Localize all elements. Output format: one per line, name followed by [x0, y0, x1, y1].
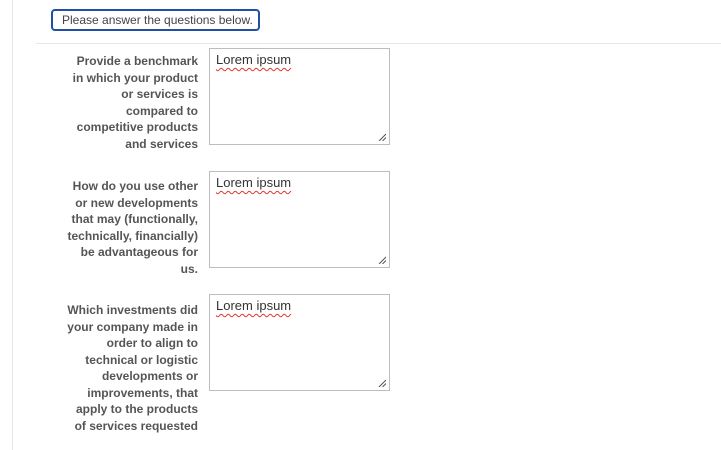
question-2-answer-text: Lorem ipsum	[216, 175, 292, 190]
question-1-answer-textarea[interactable]: Lorem ipsum	[209, 48, 390, 145]
instruction-text: Please answer the questions below.	[62, 13, 253, 27]
label-line: How do you use other	[72, 179, 198, 193]
header-divider	[36, 43, 721, 44]
label-line: or services is	[121, 87, 198, 101]
resize-grip-icon[interactable]	[378, 256, 386, 264]
label-line: that may (functionally,	[71, 212, 198, 226]
label-line: your company made in	[67, 319, 198, 334]
question-3-answer-textarea[interactable]: Lorem ipsum	[209, 294, 390, 391]
question-1-label: Provide a benchmark in which your produc…	[53, 53, 198, 152]
label-line: developments or	[101, 369, 198, 383]
questionnaire-page: Please answer the questions below. Provi…	[0, 0, 721, 450]
label-line: improvements, that	[87, 385, 198, 400]
question-3-answer-text: Lorem ipsum	[216, 298, 292, 313]
label-line: Which investments did	[67, 303, 198, 317]
label-line: Provide a benchmark	[76, 54, 198, 68]
label-line: and services	[125, 136, 198, 151]
left-divider	[12, 0, 13, 450]
question-3-label: Which investments did your company made …	[53, 302, 198, 434]
label-line: of services requested	[74, 418, 198, 433]
question-2-label: How do you use other or new developments…	[53, 178, 199, 277]
label-line: technically, financially)	[67, 228, 199, 243]
label-line: us.	[180, 261, 198, 276]
label-line: technical or logistic	[85, 352, 198, 367]
question-2-answer-textarea[interactable]: Lorem ipsum	[209, 171, 390, 268]
label-line: apply to the products	[75, 402, 198, 416]
label-line: or new developments	[75, 195, 198, 210]
question-1-answer-text: Lorem ipsum	[216, 52, 292, 67]
label-line: compared to	[125, 103, 198, 118]
label-line: order to align to	[106, 336, 198, 350]
label-line: in which your product	[72, 70, 198, 85]
instruction-banner: Please answer the questions below.	[51, 9, 260, 31]
resize-grip-icon[interactable]	[378, 379, 386, 387]
resize-grip-icon[interactable]	[378, 133, 386, 141]
label-line: be advantageous for	[80, 245, 198, 259]
label-line: competitive products	[76, 120, 198, 134]
